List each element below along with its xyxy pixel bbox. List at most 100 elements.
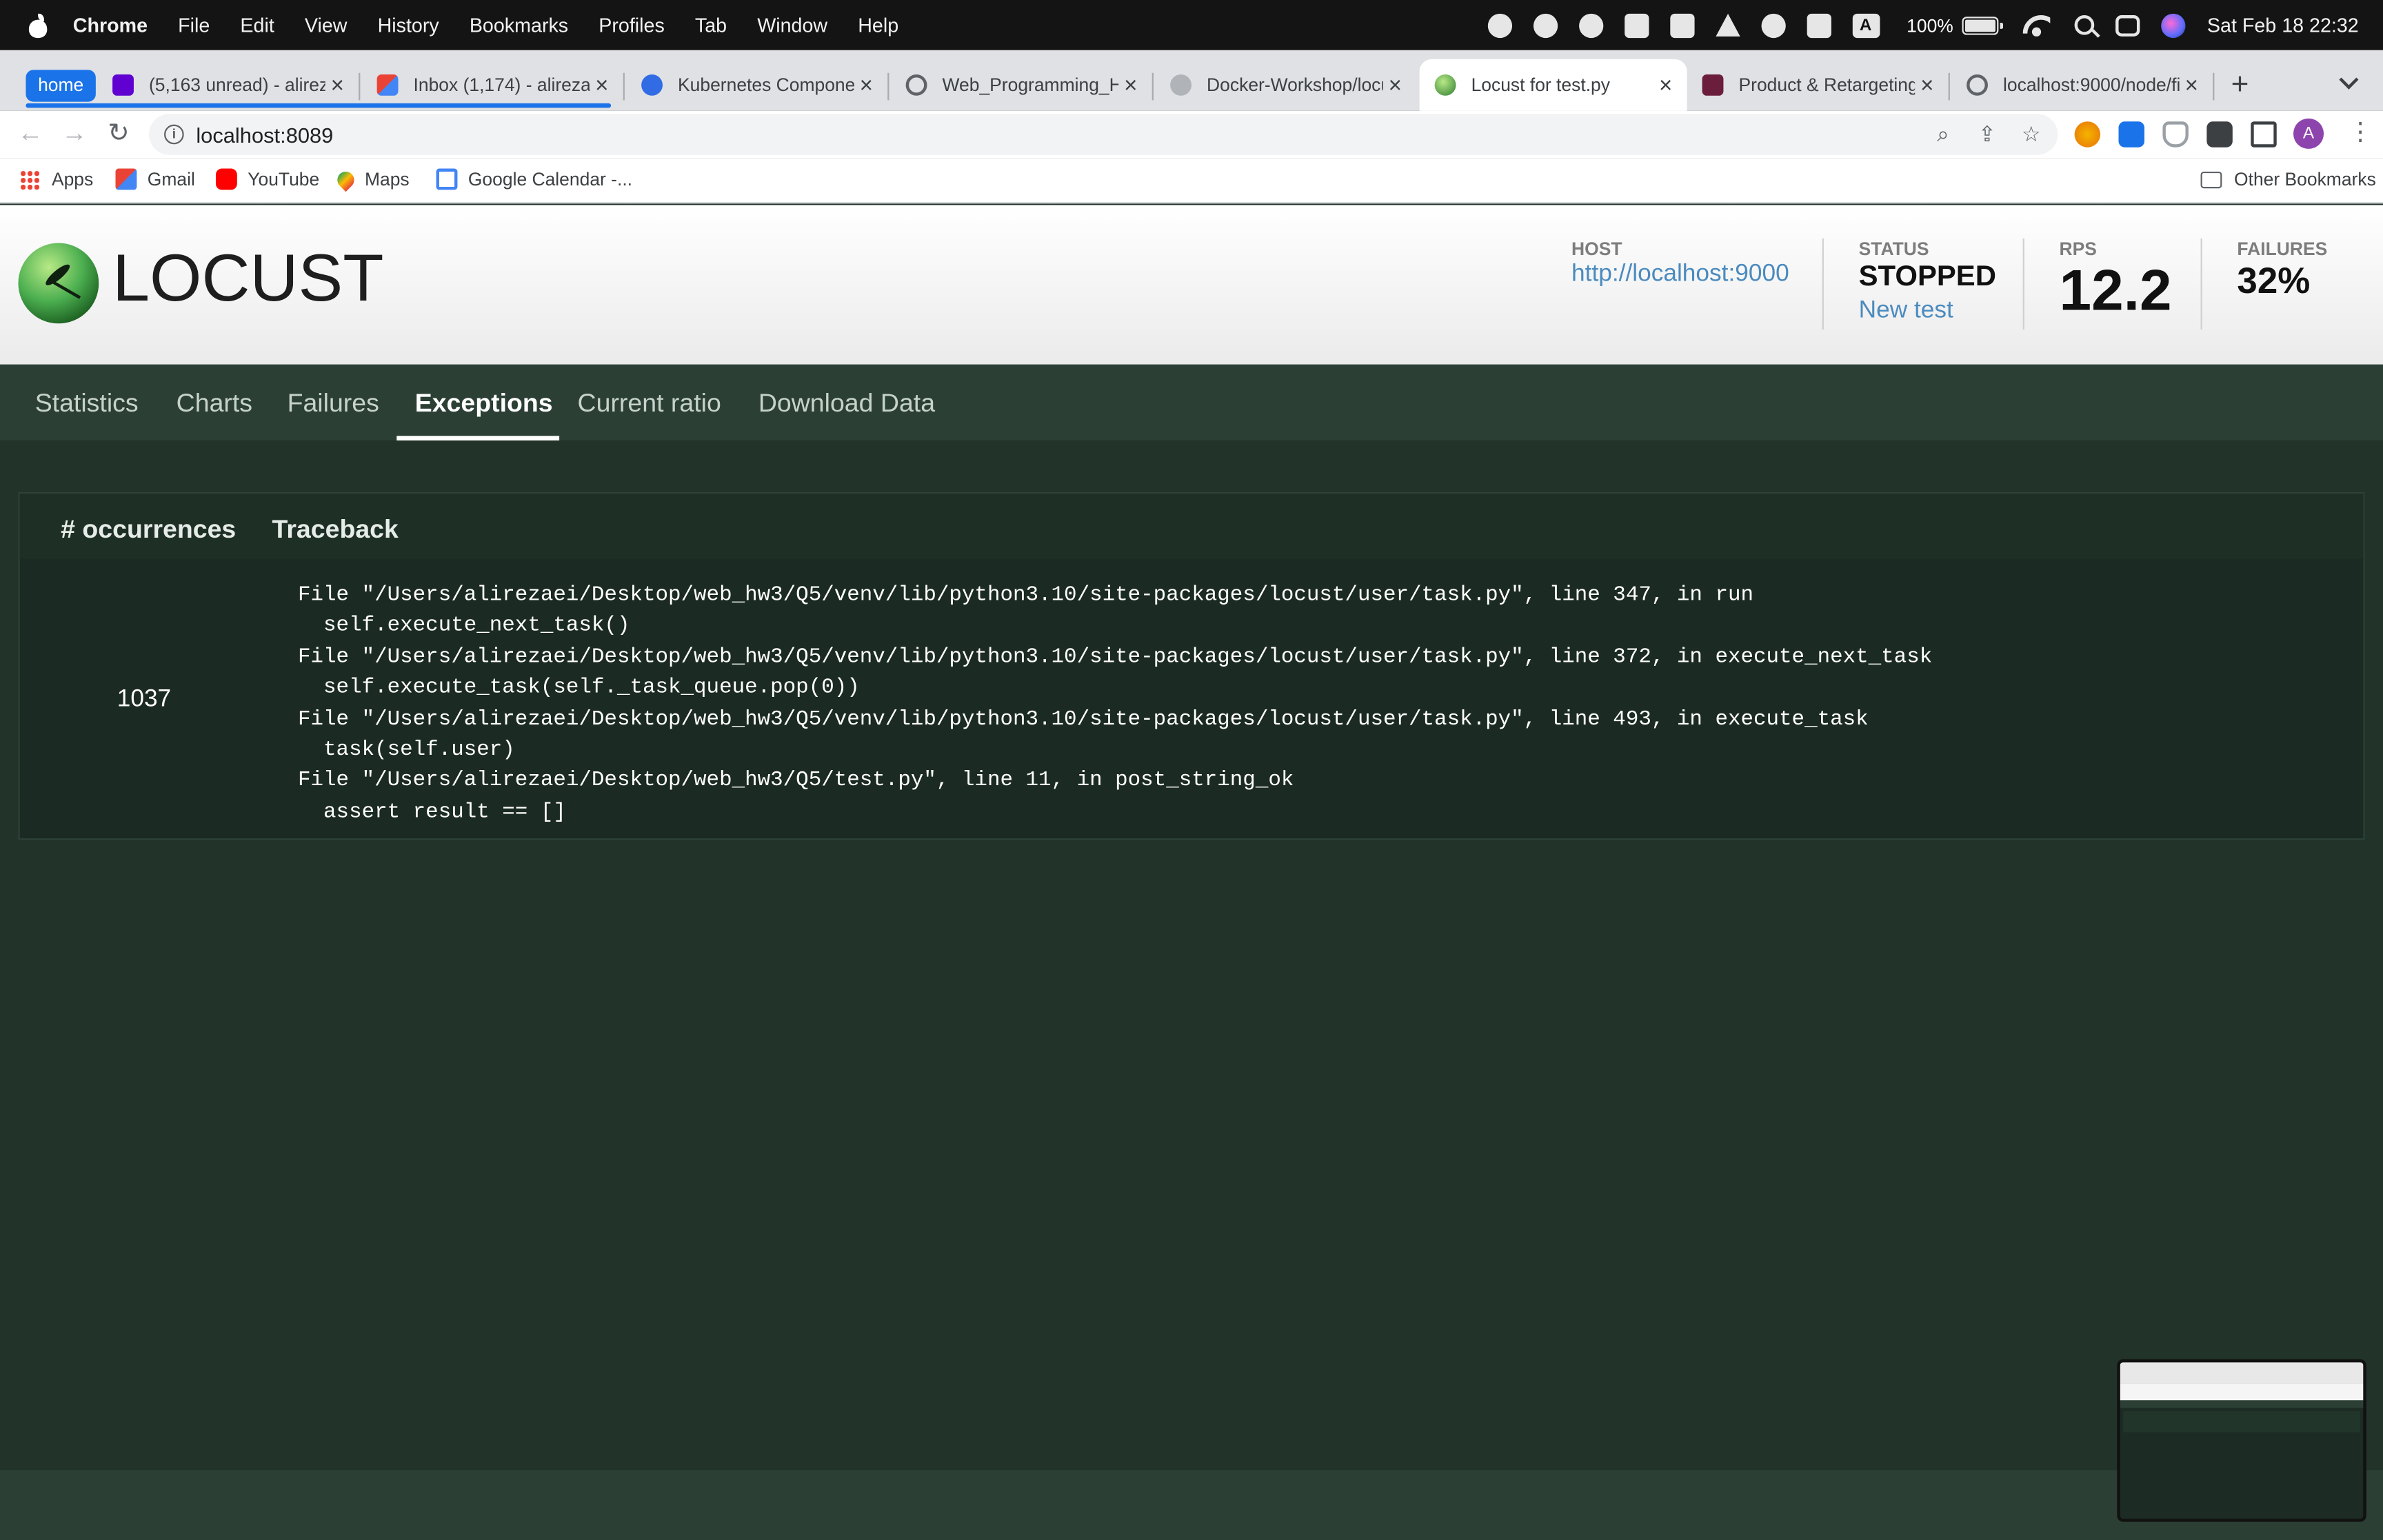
menu-file[interactable]: File [178,14,210,37]
bookmark-maps[interactable]: Maps [334,167,410,192]
volume-icon[interactable] [1806,12,1831,37]
apple-logo-icon[interactable] [28,12,49,37]
browser-tab[interactable]: localhost:9000/node/fi × [1951,59,2215,111]
tab-title: Web_Programming_HW [942,74,1119,96]
close-tab-icon[interactable]: × [2180,72,2204,98]
browser-tab[interactable]: Inbox (1,174) - alirezae × [362,59,625,111]
macos-menu-bar: Chrome File Edit View History Bookmarks … [0,0,2383,50]
chrome-menu-icon[interactable]: ⋮ [2348,120,2372,148]
browser-tab[interactable]: Product & Retargeting × [1687,59,1950,111]
tab-download-data[interactable]: Download Data [758,389,935,419]
browser-tab[interactable]: Web_Programming_HW × [891,59,1154,111]
profile-avatar[interactable]: A [2293,118,2324,149]
vpn-icon[interactable] [1624,12,1649,37]
close-tab-icon[interactable]: × [1653,72,1678,98]
menu-bar-extras: A 100% Sat Feb 18 22:32 [1466,0,2359,50]
extension-shield-icon[interactable] [2162,121,2189,148]
host-stat: HOST http://localhost:9000 [1571,239,1789,289]
menu-edit[interactable]: Edit [240,14,274,37]
locust-header: LOCUST HOST http://localhost:9000 STATUS… [0,205,2383,365]
tab-divider [1152,72,1154,101]
cloud-sync-icon[interactable] [1487,12,1512,37]
input-source-icon[interactable]: A [1851,12,1880,37]
bookmark-label: Google Calendar -... [467,168,633,190]
spotlight-search-icon[interactable] [2075,15,2095,35]
menu-profiles[interactable]: Profiles [599,14,665,37]
tab-title: Kubernetes Componen [678,74,854,96]
menu-help[interactable]: Help [858,14,898,37]
vlc-icon[interactable] [1715,13,1740,37]
extension-screenshot-icon[interactable] [2118,121,2144,148]
tab-divider [359,72,361,101]
play-icon[interactable] [1760,12,1785,37]
bookmark-label: Apps [51,168,94,190]
extension-cookie-icon[interactable] [2074,121,2101,148]
control-center-icon[interactable] [2115,14,2140,36]
occurrence-count: 1037 [117,686,172,713]
bookmark-google-calendar[interactable]: Google Calendar -... [436,168,633,190]
product-icon [1702,74,1724,96]
bookmark-star-icon[interactable]: ☆ [2020,122,2042,145]
globe-icon [1967,74,1988,96]
close-tab-icon[interactable]: × [590,72,614,98]
youtube-icon [215,168,237,190]
window-manager-icon[interactable] [1669,12,1694,37]
tab-statistics[interactable]: Statistics [35,389,139,419]
column-header-occurrences[interactable]: # occurrences [61,515,236,545]
menu-window[interactable]: Window [757,14,827,37]
tab-title: Product & Retargeting [1738,74,1916,96]
column-header-traceback[interactable]: Traceback [272,515,399,545]
browser-tab[interactable]: Docker-Workshop/locu × [1155,59,1416,111]
locust-logo-icon[interactable] [18,243,99,324]
new-test-link[interactable]: New test [1859,298,1996,325]
share-icon[interactable]: ⇪ [1975,122,1998,145]
bookmark-youtube[interactable]: YouTube [215,168,319,190]
tab-exceptions[interactable]: Exceptions [415,389,553,419]
menu-tab[interactable]: Tab [695,14,727,37]
thumbnail-table [2123,1410,2360,1432]
address-bar[interactable]: i localhost:8089 ⌕ ⇪ ☆ [149,114,2058,155]
menu-view[interactable]: View [305,14,348,37]
tab-search-chevron-icon[interactable] [2339,70,2359,90]
status-app-icon[interactable] [1532,12,1558,37]
close-tab-icon[interactable]: × [1383,72,1407,98]
screenshot-thumbnail[interactable] [2117,1359,2366,1522]
bookmark-gmail[interactable]: Gmail [115,168,195,190]
wifi-icon[interactable] [2023,14,2051,36]
siri-icon[interactable] [2161,12,2186,37]
tab-current-ratio[interactable]: Current ratio [578,389,721,419]
browser-tab-active[interactable]: Locust for test.py × [1419,59,1687,111]
tab-divider [1948,72,1950,101]
close-tab-icon[interactable]: × [854,72,878,98]
other-bookmarks[interactable]: Other Bookmarks [2200,169,2376,190]
extensions-puzzle-icon[interactable] [2206,121,2233,148]
bookmark-apps[interactable]: Apps [19,168,94,190]
new-tab-icon[interactable]: + [2231,68,2249,103]
battery-icon[interactable] [1962,16,2004,34]
telegram-icon[interactable] [1578,12,1603,37]
screen: Chrome File Edit View History Bookmarks … [0,0,2383,1540]
menu-bookmarks[interactable]: Bookmarks [470,14,568,37]
thumbnail-nav [2120,1400,2364,1408]
address-bar-url[interactable]: localhost:8089 [196,122,333,146]
close-tab-icon[interactable]: × [325,72,350,98]
site-info-icon[interactable]: i [164,124,184,145]
tab-failures[interactable]: Failures [288,389,379,419]
host-value[interactable]: http://localhost:9000 [1571,261,1789,289]
tab-charts[interactable]: Charts [177,389,252,419]
tab-group-label[interactable]: home [26,70,96,102]
side-panel-icon[interactable] [2251,121,2277,148]
reload-icon[interactable]: ↻ [105,119,132,148]
menu-bar-clock[interactable]: Sat Feb 18 22:32 [2207,14,2359,37]
menu-history[interactable]: History [378,14,439,37]
close-tab-icon[interactable]: × [1118,72,1143,98]
forward-arrow-icon[interactable]: → [61,119,88,148]
browser-tab[interactable]: (5,163 unread) - alirez × [97,59,361,111]
menu-app-name[interactable]: Chrome [73,14,148,37]
close-tab-icon[interactable]: × [1915,72,1939,98]
browser-tab[interactable]: Kubernetes Componen × [626,59,889,111]
gmail-icon [115,168,137,190]
back-arrow-icon[interactable]: ← [17,119,44,148]
locust-logo-text[interactable]: LOCUST [112,241,383,317]
zoom-icon[interactable]: ⌕ [1931,122,1954,145]
